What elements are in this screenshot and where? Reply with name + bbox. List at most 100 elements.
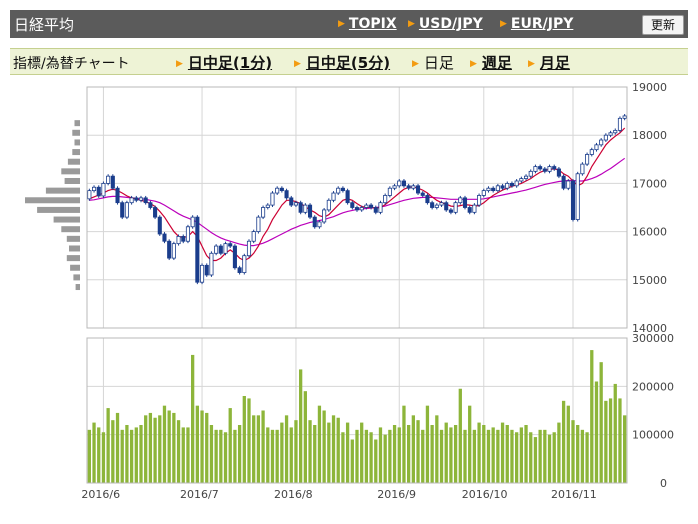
volume-bar bbox=[134, 427, 138, 483]
candle-down bbox=[167, 240, 172, 259]
volume-bar bbox=[453, 425, 458, 483]
candle-up bbox=[608, 132, 613, 136]
volume-bar bbox=[162, 405, 167, 483]
candle-up bbox=[214, 245, 219, 254]
candle-up bbox=[613, 129, 618, 134]
volume-bar bbox=[181, 427, 185, 483]
volume-bar bbox=[482, 425, 486, 483]
volume-bar bbox=[176, 420, 181, 483]
candle-up bbox=[439, 202, 444, 206]
candle-up bbox=[209, 252, 214, 276]
volume-bar bbox=[407, 425, 411, 483]
volume-bar bbox=[345, 422, 350, 483]
volume-bar bbox=[378, 427, 383, 483]
volume-bar bbox=[331, 415, 336, 483]
profile-bar bbox=[74, 120, 80, 127]
volume-bar bbox=[214, 429, 218, 483]
candle-down bbox=[162, 233, 167, 242]
x-tick-label: 2016/9 bbox=[377, 488, 416, 501]
volume-bar bbox=[317, 405, 322, 483]
candle-up bbox=[392, 185, 397, 189]
volume-bar bbox=[92, 422, 96, 483]
candle-down bbox=[509, 182, 515, 187]
volume-bar bbox=[519, 427, 523, 483]
candle-down bbox=[143, 197, 148, 204]
candle-up bbox=[458, 197, 463, 204]
candle-up bbox=[87, 190, 92, 200]
candle-down bbox=[237, 267, 242, 273]
volume-bar bbox=[233, 429, 237, 483]
candle-up bbox=[622, 115, 627, 119]
volume-bar bbox=[623, 415, 627, 483]
volume-bar bbox=[566, 405, 570, 483]
candle-down bbox=[204, 264, 209, 276]
volume-bar bbox=[397, 427, 401, 483]
profile-bar bbox=[61, 168, 80, 175]
candle-down bbox=[430, 202, 435, 208]
candle-up bbox=[575, 173, 580, 220]
volume-tick-label: 200000 bbox=[632, 380, 674, 393]
candle-down bbox=[420, 192, 425, 196]
candle-down bbox=[354, 207, 360, 211]
volume-bar bbox=[585, 432, 589, 483]
profile-bar bbox=[75, 284, 80, 291]
volume-bar bbox=[237, 425, 242, 483]
volume-bar bbox=[364, 429, 369, 483]
volume-bar bbox=[313, 425, 317, 483]
volume-bar bbox=[270, 429, 275, 483]
volume-bar bbox=[580, 429, 585, 483]
profile-bar bbox=[53, 216, 80, 223]
candle-down bbox=[148, 202, 153, 208]
candle-down bbox=[228, 243, 233, 247]
volume-bar bbox=[111, 420, 115, 483]
volume-bar bbox=[200, 410, 204, 483]
candle-up bbox=[599, 139, 604, 146]
candle-up bbox=[359, 207, 364, 211]
candle-down bbox=[491, 187, 496, 192]
candle-up bbox=[566, 180, 571, 189]
volume-bar bbox=[435, 415, 439, 483]
candle-up bbox=[472, 204, 477, 213]
volume-bar bbox=[148, 412, 153, 483]
candle-down bbox=[467, 207, 472, 213]
candle-up bbox=[92, 186, 97, 192]
volume-bar bbox=[505, 425, 509, 483]
candle-down bbox=[401, 180, 407, 187]
volume-tick-label: 100000 bbox=[632, 429, 674, 442]
candle-down bbox=[120, 202, 125, 218]
volume-bar bbox=[571, 420, 575, 483]
volume-bar bbox=[421, 429, 425, 483]
volume-bar bbox=[153, 417, 157, 483]
x-tick-label: 2016/11 bbox=[551, 488, 597, 501]
volume-profile bbox=[25, 120, 80, 291]
volume-bar bbox=[463, 429, 467, 483]
volume-bar bbox=[472, 429, 477, 483]
candle-up bbox=[256, 216, 261, 232]
candle-up bbox=[129, 197, 134, 204]
x-tick-label: 2016/7 bbox=[180, 488, 219, 501]
volume-bar bbox=[327, 422, 331, 483]
candle-down bbox=[115, 187, 120, 204]
profile-bar bbox=[37, 206, 80, 213]
volume-bar bbox=[266, 427, 270, 483]
volume-bar bbox=[496, 429, 500, 483]
volume-bar bbox=[172, 412, 176, 483]
volume-bar bbox=[510, 429, 514, 483]
price-tick-label: 18000 bbox=[632, 129, 667, 142]
candle-up bbox=[387, 187, 392, 196]
price-tick-label: 15000 bbox=[632, 274, 667, 287]
candle-up bbox=[101, 182, 106, 197]
profile-bar bbox=[69, 245, 80, 252]
price-tick-label: 16000 bbox=[632, 226, 667, 239]
candle-up bbox=[322, 209, 327, 223]
volume-bar bbox=[557, 422, 561, 483]
volume-bar bbox=[129, 429, 134, 483]
volume-bar bbox=[195, 405, 199, 483]
candle-up bbox=[547, 166, 552, 172]
volume-bar bbox=[533, 437, 538, 483]
x-tick-label: 2016/8 bbox=[274, 488, 313, 501]
candle-down bbox=[500, 185, 505, 189]
volume-bar bbox=[191, 354, 195, 483]
candle-up bbox=[251, 231, 256, 242]
volume-bar bbox=[538, 429, 542, 483]
